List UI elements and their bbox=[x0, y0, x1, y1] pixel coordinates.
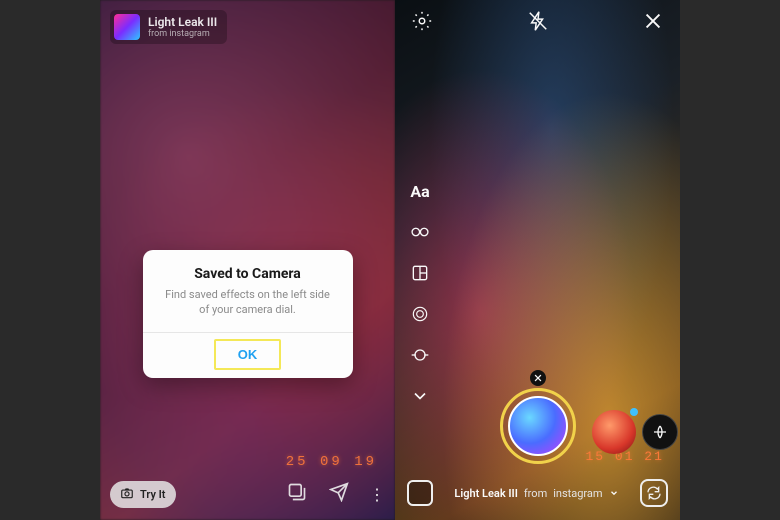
bottom-bar: Try It ⋮ bbox=[100, 476, 395, 512]
multi-capture-tool[interactable] bbox=[409, 303, 431, 325]
datestamp: 25 09 19 bbox=[286, 454, 377, 470]
camera-icon bbox=[120, 486, 134, 503]
ok-button[interactable]: OK bbox=[214, 339, 282, 370]
effect-option-next[interactable] bbox=[592, 410, 636, 454]
save-icon[interactable] bbox=[287, 482, 307, 506]
effect-dial bbox=[395, 372, 680, 464]
shutter-effect-preview bbox=[508, 396, 568, 456]
dialog-divider bbox=[143, 332, 353, 333]
effect-from-word: from bbox=[524, 487, 547, 500]
send-icon[interactable] bbox=[329, 482, 349, 506]
bottom-bar: Light Leak III from instagram bbox=[395, 474, 680, 512]
effect-thumbnail bbox=[114, 14, 140, 40]
boomerang-tool[interactable] bbox=[409, 221, 431, 243]
try-it-button[interactable]: Try It bbox=[110, 481, 176, 508]
saved-dialog: Saved to Camera Find saved effects on th… bbox=[143, 250, 353, 378]
shutter-button[interactable] bbox=[500, 388, 576, 464]
effect-chip[interactable]: Light Leak III from instagram bbox=[110, 10, 227, 44]
level-tool[interactable] bbox=[409, 344, 431, 366]
switch-camera-button[interactable] bbox=[640, 479, 668, 507]
try-it-label: Try It bbox=[140, 488, 166, 501]
text-tool[interactable]: Aa bbox=[409, 180, 431, 202]
gallery-button[interactable] bbox=[407, 480, 433, 506]
dialog-title: Saved to Camera bbox=[143, 250, 353, 288]
top-bar bbox=[395, 10, 680, 32]
effect-browse[interactable] bbox=[642, 414, 678, 450]
effect-title: Light Leak III bbox=[148, 15, 217, 29]
effect-subtitle: from instagram bbox=[148, 29, 217, 39]
settings-icon[interactable] bbox=[409, 10, 435, 32]
chevron-down-icon bbox=[609, 488, 619, 498]
left-screen: Light Leak III from instagram Saved to C… bbox=[100, 0, 395, 520]
more-icon[interactable]: ⋮ bbox=[369, 485, 385, 504]
effect-name: Light Leak III bbox=[454, 487, 517, 500]
layout-tool[interactable] bbox=[409, 262, 431, 284]
flash-off-icon[interactable] bbox=[525, 10, 551, 32]
effect-source: instagram bbox=[553, 487, 602, 500]
effect-label[interactable]: Light Leak III from instagram bbox=[454, 487, 618, 500]
dialog-body: Find saved effects on the left side of y… bbox=[143, 288, 353, 332]
right-screen: Aa 15 01 21 Light Leak III bbox=[395, 0, 680, 520]
effect-close-icon[interactable] bbox=[530, 370, 546, 386]
close-icon[interactable] bbox=[640, 10, 666, 32]
